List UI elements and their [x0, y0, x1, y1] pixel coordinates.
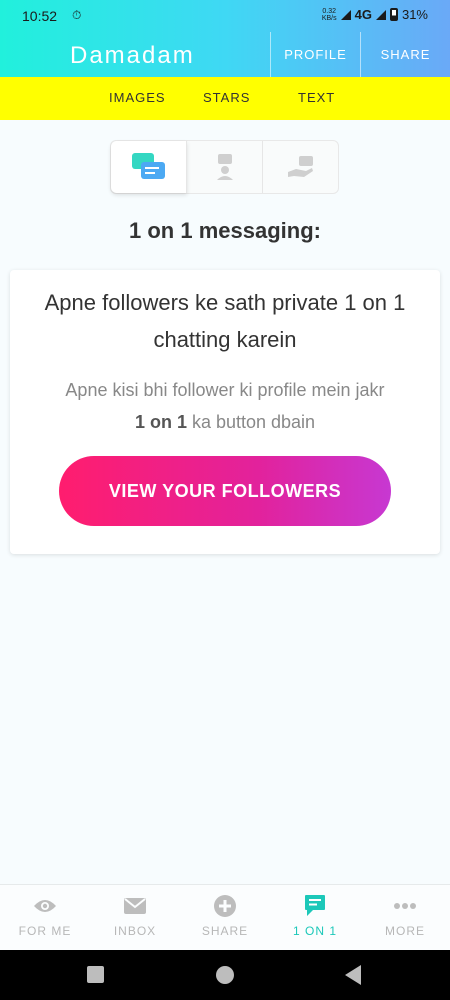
card-title: Apne followers ke sath private 1 on 1 ch…	[44, 290, 406, 352]
nav-label-more: MORE	[385, 924, 425, 938]
card-body-suffix: ka button dbain	[186, 412, 316, 432]
tab-images[interactable]: IMAGES	[109, 90, 166, 105]
status-right: 0.32 KB/s 4G 31%	[322, 7, 428, 22]
nav-label-1-on-1: 1 ON 1	[292, 924, 337, 938]
person-message-icon	[216, 154, 233, 180]
app-header: Damadam PROFILE SHARE	[0, 32, 450, 77]
system-navigation-bar	[0, 950, 450, 1000]
hand-message-icon	[287, 156, 313, 177]
back-button-icon[interactable]	[345, 965, 361, 985]
status-bar: 10:52 ⏱ 0.32 KB/s 4G 31%	[0, 0, 450, 32]
status-time: 10:52	[22, 8, 58, 24]
nav-label-for-me: FOR ME	[18, 924, 72, 938]
segment-hand[interactable]	[263, 141, 338, 193]
envelope-icon	[123, 894, 147, 918]
nav-label-share: SHARE	[201, 924, 249, 938]
app-top-area: 10:52 ⏱ 0.32 KB/s 4G 31% Damadam PROFILE…	[0, 0, 450, 77]
home-button-icon[interactable]	[216, 966, 234, 984]
card-body-bold: 1 on 1	[134, 412, 187, 432]
more-dots-icon	[393, 894, 417, 918]
profile-button[interactable]: PROFILE	[270, 32, 360, 77]
share-button[interactable]: SHARE	[360, 32, 450, 77]
bottom-navigation: FOR ME INBOX SHARE 1 ON 1 MORE	[0, 884, 450, 950]
info-card: Apne followers ke sath private 1 on 1 ch…	[10, 270, 440, 554]
network-type: 4G	[354, 7, 372, 22]
chat-icon	[304, 894, 326, 918]
nav-label-inbox: INBOX	[113, 924, 157, 938]
section-heading: 1 on 1 messaging:	[129, 218, 321, 243]
view-followers-button[interactable]: VIEW YOUR FOLLOWERS	[59, 456, 391, 526]
speed-unit: KB/s	[321, 14, 337, 22]
plus-circle-icon	[213, 894, 237, 918]
alarm-icon: ⏱	[72, 8, 82, 22]
eye-icon	[33, 894, 57, 918]
tab-stars[interactable]: STARS	[203, 90, 250, 105]
network-speed: 0.32 KB/s	[322, 8, 337, 22]
nav-for-me[interactable]: FOR ME	[0, 885, 90, 950]
nav-1-on-1[interactable]: 1 ON 1	[270, 885, 360, 950]
speed-value: 0.32	[322, 7, 337, 15]
card-body-prefix: Apne kisi bhi follower ki profile mein j…	[65, 380, 385, 400]
app-title[interactable]: Damadam	[70, 42, 195, 70]
signal-icon-2	[375, 9, 386, 20]
battery-icon	[389, 8, 398, 21]
tab-text[interactable]: TEXT	[298, 90, 335, 105]
messaging-segmented-control	[110, 140, 339, 194]
chat-bubbles-icon	[131, 153, 165, 179]
nav-more[interactable]: MORE	[360, 885, 450, 950]
nav-share[interactable]: SHARE	[180, 885, 270, 950]
content-tabs: IMAGES STARS TEXT	[0, 77, 450, 120]
segment-person[interactable]	[187, 141, 263, 193]
card-body: Apne kisi bhi follower ki profile mein j…	[20, 374, 430, 438]
battery-level: 31%	[401, 7, 428, 22]
recents-button-icon[interactable]	[87, 966, 104, 983]
segment-chat[interactable]	[111, 141, 187, 193]
nav-inbox[interactable]: INBOX	[90, 885, 180, 950]
signal-icon	[340, 9, 351, 20]
